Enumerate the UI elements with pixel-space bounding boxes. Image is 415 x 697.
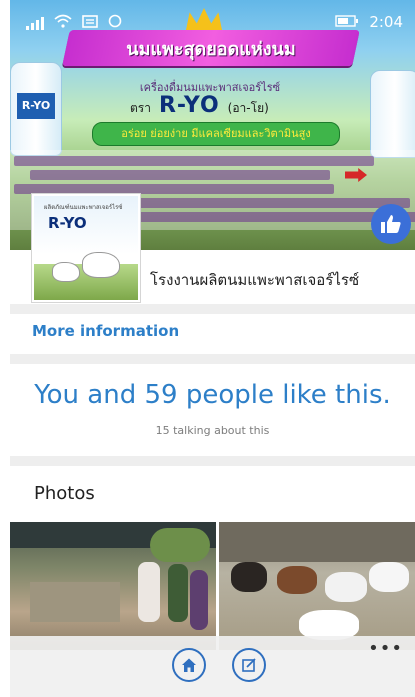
brand-reading: (อา-โย)	[227, 101, 269, 115]
likes-summary[interactable]: You and 59 people like this.	[10, 380, 415, 410]
page-avatar[interactable]: ผลิตภัณฑ์นมแพะพาสเจอร์ไรซ์ R-YO	[32, 194, 140, 302]
photo-person	[168, 564, 188, 622]
photo-wall	[219, 522, 415, 562]
location-icon	[108, 14, 122, 32]
goat-image	[82, 252, 120, 278]
divider	[10, 456, 415, 466]
photo-pen	[30, 582, 120, 622]
photo-tree	[150, 528, 210, 562]
battery-icon	[335, 13, 359, 31]
more-icon[interactable]: •••	[368, 638, 403, 659]
compose-icon	[242, 658, 256, 672]
message-icon	[82, 14, 98, 32]
cover-info-line	[30, 170, 330, 180]
photo-thumbnail[interactable]	[10, 522, 216, 650]
more-information-link[interactable]: More information	[32, 322, 179, 340]
signal-icon	[26, 16, 44, 30]
divider	[10, 304, 415, 314]
goat-image	[277, 566, 317, 594]
bottle-label: R-YO	[17, 93, 55, 119]
app-bar: •••	[10, 636, 415, 697]
wifi-icon	[54, 14, 72, 32]
photo-thumbnail[interactable]	[219, 522, 415, 650]
status-bar: 2:04	[10, 0, 415, 40]
status-time: 2:04	[369, 13, 403, 31]
thumbs-up-icon	[381, 215, 401, 233]
milk-bottle-right	[370, 70, 415, 158]
divider	[10, 354, 415, 364]
compose-button[interactable]	[232, 648, 266, 682]
avatar-brand: R-YO	[48, 214, 87, 232]
page-name: โรงงานผลิตนมแพะพาสเจอร์ไรซ์	[150, 271, 360, 289]
goat-image	[231, 562, 267, 592]
cover-slogan: อร่อย ย่อยง่าย มีแคลเซียมและวิตามินสูง	[92, 122, 340, 146]
cover-info-line	[14, 184, 334, 194]
cover-info-line	[14, 156, 374, 166]
cover-brand-row: ตรา R-YO (อา-โย)	[130, 93, 269, 118]
goat-image	[325, 572, 367, 602]
brand-logo: R-YO	[158, 93, 220, 118]
avatar-small-text: ผลิตภัณฑ์นมแพะพาสเจอร์ไรซ์	[44, 204, 123, 211]
brand-prefix: ตรา	[130, 101, 151, 115]
milk-bottle-left: R-YO	[10, 62, 62, 156]
goat-image	[52, 262, 80, 282]
like-button[interactable]	[371, 204, 411, 244]
photo-person	[138, 562, 160, 622]
photo-person	[190, 570, 208, 630]
home-button[interactable]	[172, 648, 206, 682]
talking-count: 15 talking about this	[155, 424, 270, 437]
goat-image	[369, 562, 409, 592]
photos-heading[interactable]: Photos	[34, 483, 95, 504]
home-icon	[182, 658, 196, 672]
